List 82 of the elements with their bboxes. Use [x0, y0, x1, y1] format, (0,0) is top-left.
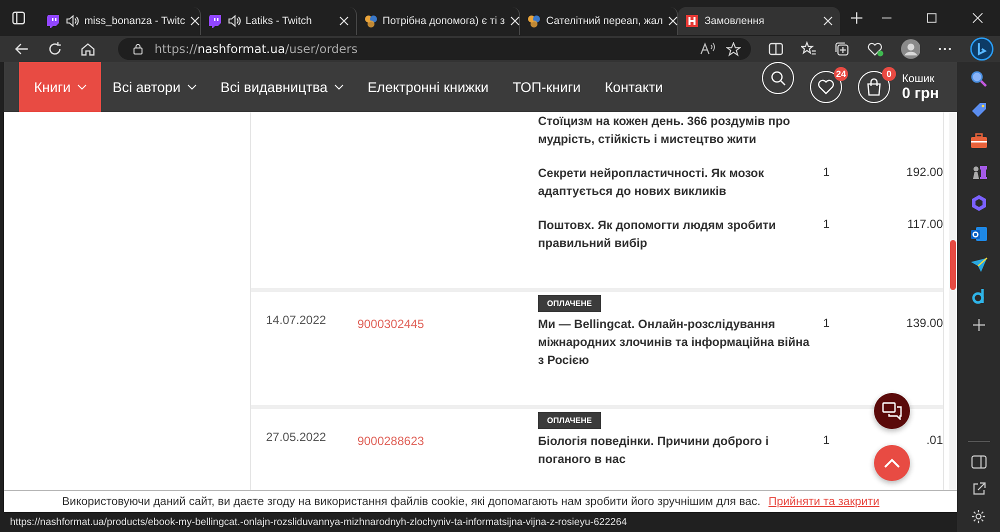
price: 117.00: [907, 217, 943, 231]
close-icon[interactable]: [190, 16, 200, 26]
forum-logo-icon: [527, 14, 542, 28]
book-title: Ми — Bellingcat. Онлайн-розслідування міжнародних злочинів та інформаційна війна з Росією: [538, 316, 810, 369]
maximize-icon[interactable]: [926, 12, 938, 24]
browser-tab[interactable]: miss_bonanza - Twitc: [39, 7, 201, 35]
price: 139.00: [906, 316, 943, 330]
shop-logo-icon: [685, 14, 700, 28]
close-icon[interactable]: [338, 16, 349, 26]
cookie-notice: Використовуючи даний сайт, ви даєте згоду на використання файлів cookie, які допомагають нам зробити його зручнішим для вас.: [62, 496, 760, 508]
close-icon[interactable]: [510, 16, 520, 26]
status-badge: ОПЛАЧЕНЕ: [538, 412, 601, 429]
chat-bubble-logo-icon[interactable]: [970, 37, 994, 61]
twitch-logo-icon: [208, 14, 222, 28]
mail-app-icon[interactable]: [970, 225, 988, 243]
shopping-bag-icon: [866, 78, 882, 96]
nav-menu-item[interactable]: Книги: [19, 62, 101, 112]
chat-button[interactable]: [874, 393, 910, 429]
close-icon[interactable]: [668, 16, 678, 26]
speaker-icon[interactable]: [65, 14, 80, 28]
read-aloud-icon[interactable]: [700, 42, 716, 56]
close-icon[interactable]: [823, 16, 834, 26]
accept-cookies-link[interactable]: Прийняти та закрити: [768, 496, 880, 508]
browser-tab[interactable]: Latiks - Twitch: [200, 7, 357, 35]
quantity: 1: [823, 316, 830, 330]
scroll-top-button[interactable]: [874, 445, 910, 481]
tab-actions-icon[interactable]: [12, 11, 26, 25]
sidebar-panel-icon[interactable]: [970, 455, 986, 469]
wishlist-count: 24: [834, 67, 848, 81]
status-badge: ОПЛАЧЕНЕ: [538, 295, 601, 312]
chevron-up-icon: [884, 458, 900, 468]
address-bar[interactable]: https://nashformat.ua/user/orders: [118, 38, 752, 60]
external-link-icon[interactable]: [972, 482, 986, 496]
paper-plane-icon[interactable]: [970, 256, 988, 274]
search-icon: [770, 70, 786, 86]
tag-icon[interactable]: [970, 101, 988, 119]
cart-label: Кошик: [902, 72, 936, 84]
book-title: Стоїцизм на кожен день. 366 роздумів про мудрість, стійкість і мистецтво жити: [538, 113, 792, 148]
close-window-icon[interactable]: [972, 12, 983, 24]
book-title: Біологія поведінки. Причини доброго і поганого в нас: [538, 433, 770, 468]
toolbox-icon[interactable]: [970, 132, 988, 150]
search-icon[interactable]: [970, 70, 988, 88]
nav-menu-item[interactable]: Контакти: [592, 62, 675, 112]
quantity: 1: [823, 165, 830, 179]
star-icon[interactable]: [726, 42, 742, 56]
home-icon[interactable]: [80, 41, 96, 57]
book-title: Секрети нейропластичності. Як мозок адаптується до нових викликів: [538, 165, 766, 200]
browser-tab[interactable]: Потрібна допомога) є ті з: [356, 7, 520, 35]
swirl-logo-icon[interactable]: [970, 194, 988, 212]
speaker-icon[interactable]: [226, 14, 241, 28]
forum-logo-icon: [364, 14, 378, 28]
scrollbar-thumb[interactable]: [950, 240, 956, 290]
search-button[interactable]: [762, 62, 794, 94]
split-screen-icon[interactable]: [768, 41, 784, 57]
new-tab-icon[interactable]: [850, 11, 864, 25]
lock-icon: [132, 43, 144, 55]
quantity: 1: [823, 217, 830, 231]
heart-icon: [817, 79, 836, 95]
plus-icon[interactable]: [972, 318, 986, 332]
health-icon[interactable]: [866, 41, 884, 57]
back-icon[interactable]: [14, 41, 30, 57]
order-date: 27.05.2022: [266, 430, 326, 444]
price: 192.00: [906, 165, 943, 179]
order-date: 14.07.2022: [266, 313, 326, 327]
cart-total: 0 грн: [902, 84, 939, 102]
price: .01: [926, 433, 943, 447]
nav-menu-item[interactable]: Всі автори: [100, 62, 209, 112]
cart-count: 0: [882, 67, 896, 81]
refresh-icon[interactable]: [46, 41, 63, 57]
nav-menu-item[interactable]: Всі видавництва: [208, 62, 356, 112]
profile-avatar-icon[interactable]: [900, 39, 920, 59]
book-title: Поштовх. Як допомогти людям зробити правильний вибір: [538, 217, 777, 252]
favorites-icon[interactable]: [801, 41, 818, 57]
collections-icon[interactable]: [834, 41, 850, 57]
url-text: https://nashformat.ua/user/orders: [154, 42, 358, 56]
nav-menu-item[interactable]: ТОП-книги: [500, 62, 593, 112]
quantity: 1: [823, 433, 830, 447]
chat-icon: [882, 402, 902, 420]
settings-icon[interactable]: [971, 509, 986, 524]
browser-tab[interactable]: Замовлення: [678, 7, 840, 35]
nav-menu-item[interactable]: Електронні книжки: [356, 62, 501, 112]
twitch-logo-icon: [46, 14, 60, 28]
